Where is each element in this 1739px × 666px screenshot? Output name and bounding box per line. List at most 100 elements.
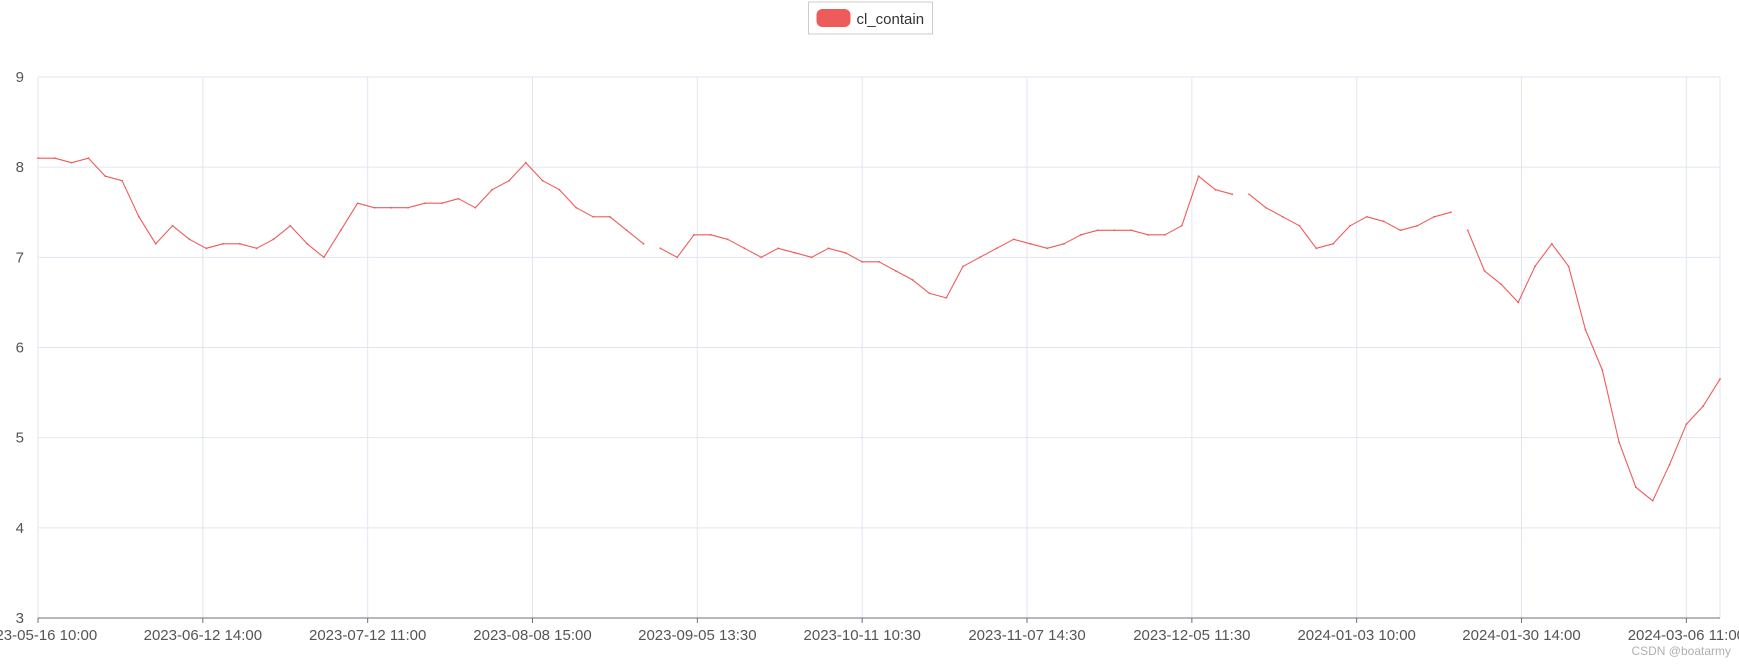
data-point xyxy=(205,247,208,250)
data-point xyxy=(1550,242,1553,245)
data-point xyxy=(1214,188,1217,191)
data-point xyxy=(945,297,948,299)
data-point xyxy=(37,157,39,160)
data-point xyxy=(1483,269,1486,272)
data-point xyxy=(693,233,695,236)
data-point xyxy=(541,179,544,182)
data-point xyxy=(810,256,813,259)
data-point xyxy=(306,242,309,245)
data-point xyxy=(339,229,342,232)
y-tick-label: 8 xyxy=(16,159,24,176)
data-point xyxy=(827,247,830,250)
data-point xyxy=(1231,193,1234,196)
data-point xyxy=(962,265,964,268)
data-point xyxy=(659,247,662,250)
series-line xyxy=(38,157,644,258)
x-tick-label: 2023-05-16 10:00 xyxy=(0,627,97,644)
data-point xyxy=(1147,233,1150,236)
data-point xyxy=(272,238,275,241)
data-point xyxy=(608,215,611,218)
data-point xyxy=(407,206,409,209)
data-point xyxy=(1012,238,1015,241)
y-tick-label: 3 xyxy=(16,610,24,627)
data-point xyxy=(491,188,494,191)
legend[interactable]: cl_contain xyxy=(808,1,933,35)
legend-label: cl_contain xyxy=(857,11,925,28)
data-point xyxy=(558,188,561,191)
data-point xyxy=(844,251,847,254)
data-point xyxy=(1315,247,1318,250)
data-point xyxy=(255,247,258,250)
data-point xyxy=(121,179,123,182)
data-point xyxy=(440,202,443,205)
data-point xyxy=(1601,369,1604,371)
data-point xyxy=(928,292,931,295)
data-point xyxy=(1618,441,1620,444)
data-point xyxy=(53,157,56,160)
data-point xyxy=(911,278,914,281)
data-point xyxy=(1500,283,1503,286)
data-point xyxy=(1382,220,1385,223)
y-tick-label: 9 xyxy=(16,69,24,86)
grid-lines xyxy=(37,76,1721,618)
series-line xyxy=(660,175,1233,299)
data-point xyxy=(508,179,510,182)
data-point xyxy=(625,229,628,232)
data-point xyxy=(1046,247,1049,250)
data-point xyxy=(743,247,746,250)
x-tick-label: 2024-01-03 10:00 xyxy=(1297,627,1415,644)
data-point xyxy=(1164,233,1166,236)
y-tick-label: 4 xyxy=(16,520,24,537)
data-point xyxy=(894,269,897,272)
x-tick-label: 2023-06-12 14:00 xyxy=(144,627,262,644)
data-point xyxy=(1096,229,1099,232)
data-point xyxy=(138,215,140,218)
series-line xyxy=(1248,193,1452,249)
data-point xyxy=(861,260,864,263)
data-point xyxy=(1416,224,1419,227)
data-point xyxy=(222,242,224,245)
data-point xyxy=(104,175,107,178)
data-point xyxy=(1113,229,1116,232)
data-point xyxy=(323,256,325,259)
data-point xyxy=(70,161,73,164)
data-point xyxy=(474,206,477,209)
axes: 3 4 5 6 7 8 9 2023-05-16 10:00 2023-06-12 14:00 2… xyxy=(0,69,1739,644)
data-point xyxy=(1197,175,1200,178)
data-point xyxy=(1433,215,1435,218)
data-point xyxy=(1685,423,1688,426)
data-point xyxy=(524,161,527,164)
data-point xyxy=(1668,463,1671,466)
data-point xyxy=(794,251,796,254)
data-point xyxy=(1079,233,1082,236)
data-point xyxy=(1567,265,1570,268)
data-point xyxy=(575,206,578,209)
data-point xyxy=(423,202,426,205)
x-tick-label: 2023-08-08 15:00 xyxy=(473,627,591,644)
data-point xyxy=(777,247,779,250)
data-point xyxy=(1635,486,1637,489)
data-point xyxy=(1349,224,1351,227)
data-point xyxy=(1029,242,1032,245)
data-point xyxy=(642,242,645,245)
data-point xyxy=(676,256,679,259)
data-point xyxy=(1264,206,1267,209)
data-point xyxy=(1365,215,1368,218)
x-tick-label: 2024-03-06 11:00 xyxy=(1628,627,1739,644)
y-tick-label: 5 xyxy=(16,430,24,447)
data-point xyxy=(760,256,763,259)
x-tick-label: 2023-11-07 14:30 xyxy=(968,627,1085,644)
data-point xyxy=(1399,229,1402,232)
data-point xyxy=(1449,211,1452,214)
data-point xyxy=(1534,265,1536,268)
x-tick-label: 2023-12-05 11:30 xyxy=(1133,627,1250,644)
y-tick-label: 6 xyxy=(16,340,24,357)
data-point xyxy=(1063,242,1065,245)
data-point xyxy=(995,247,998,250)
data-point xyxy=(188,238,191,241)
x-tick-label: 2024-01-30 14:00 xyxy=(1462,627,1580,644)
data-point xyxy=(1517,301,1520,304)
data-point xyxy=(1719,378,1721,380)
data-point xyxy=(979,256,981,259)
watermark: CSDN @boatarmy xyxy=(1631,644,1731,658)
